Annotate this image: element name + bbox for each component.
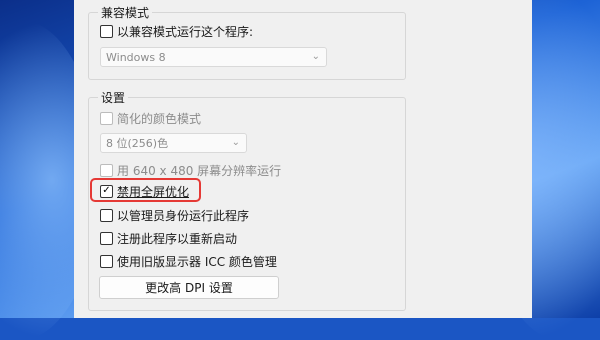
register-restart-label: 注册此程序以重新启动: [117, 231, 238, 246]
legacy-icc-checkbox-row[interactable]: 使用旧版显示器 ICC 颜色管理: [100, 253, 277, 269]
color-depth-select[interactable]: 8 位(256)色 ⌄: [100, 133, 247, 153]
color-depth-value: 8 位(256)色: [106, 137, 169, 150]
run-compat-checkbox[interactable]: [100, 24, 113, 38]
resolution-label: 用 640 x 480 屏幕分辨率运行: [117, 163, 282, 178]
settings-title: 设置: [98, 90, 129, 106]
register-restart-checkbox[interactable]: [100, 231, 113, 245]
resolution-checkbox-row[interactable]: 用 640 x 480 屏幕分辨率运行: [100, 162, 281, 178]
chevron-down-icon: ⌄: [311, 51, 320, 62]
reduced-color-checkbox[interactable]: [100, 111, 113, 125]
run-compat-checkbox-row[interactable]: 以兼容模式运行这个程序:: [100, 23, 253, 39]
os-version-select[interactable]: Windows 8 ⌄: [100, 47, 327, 67]
reduced-color-label: 简化的颜色模式: [117, 111, 202, 126]
run-compat-label: 以兼容模式运行这个程序:: [117, 24, 254, 39]
compat-mode-group: 兼容模式 以兼容模式运行这个程序: Windows 8 ⌄: [88, 5, 406, 80]
run-as-admin-checkbox-row[interactable]: 以管理员身份运行此程序: [100, 207, 249, 223]
run-as-admin-checkbox[interactable]: [100, 208, 113, 222]
reduced-color-checkbox-row[interactable]: 简化的颜色模式: [100, 110, 201, 126]
os-version-value: Windows 8: [106, 50, 166, 64]
legacy-icc-checkbox[interactable]: [100, 254, 113, 268]
highlight-annotation-box: [90, 178, 201, 202]
run-as-admin-label: 以管理员身份运行此程序: [117, 208, 250, 223]
compat-mode-title: 兼容模式: [98, 5, 153, 21]
change-dpi-button[interactable]: 更改高 DPI 设置: [99, 276, 279, 299]
chevron-down-icon: ⌄: [231, 137, 240, 148]
legacy-icc-label: 使用旧版显示器 ICC 颜色管理: [117, 254, 277, 269]
register-restart-checkbox-row[interactable]: 注册此程序以重新启动: [100, 230, 237, 246]
properties-dialog: 兼容模式 以兼容模式运行这个程序: Windows 8 ⌄ 设置 简化的颜色模式…: [74, 0, 532, 318]
resolution-checkbox[interactable]: [100, 163, 113, 177]
